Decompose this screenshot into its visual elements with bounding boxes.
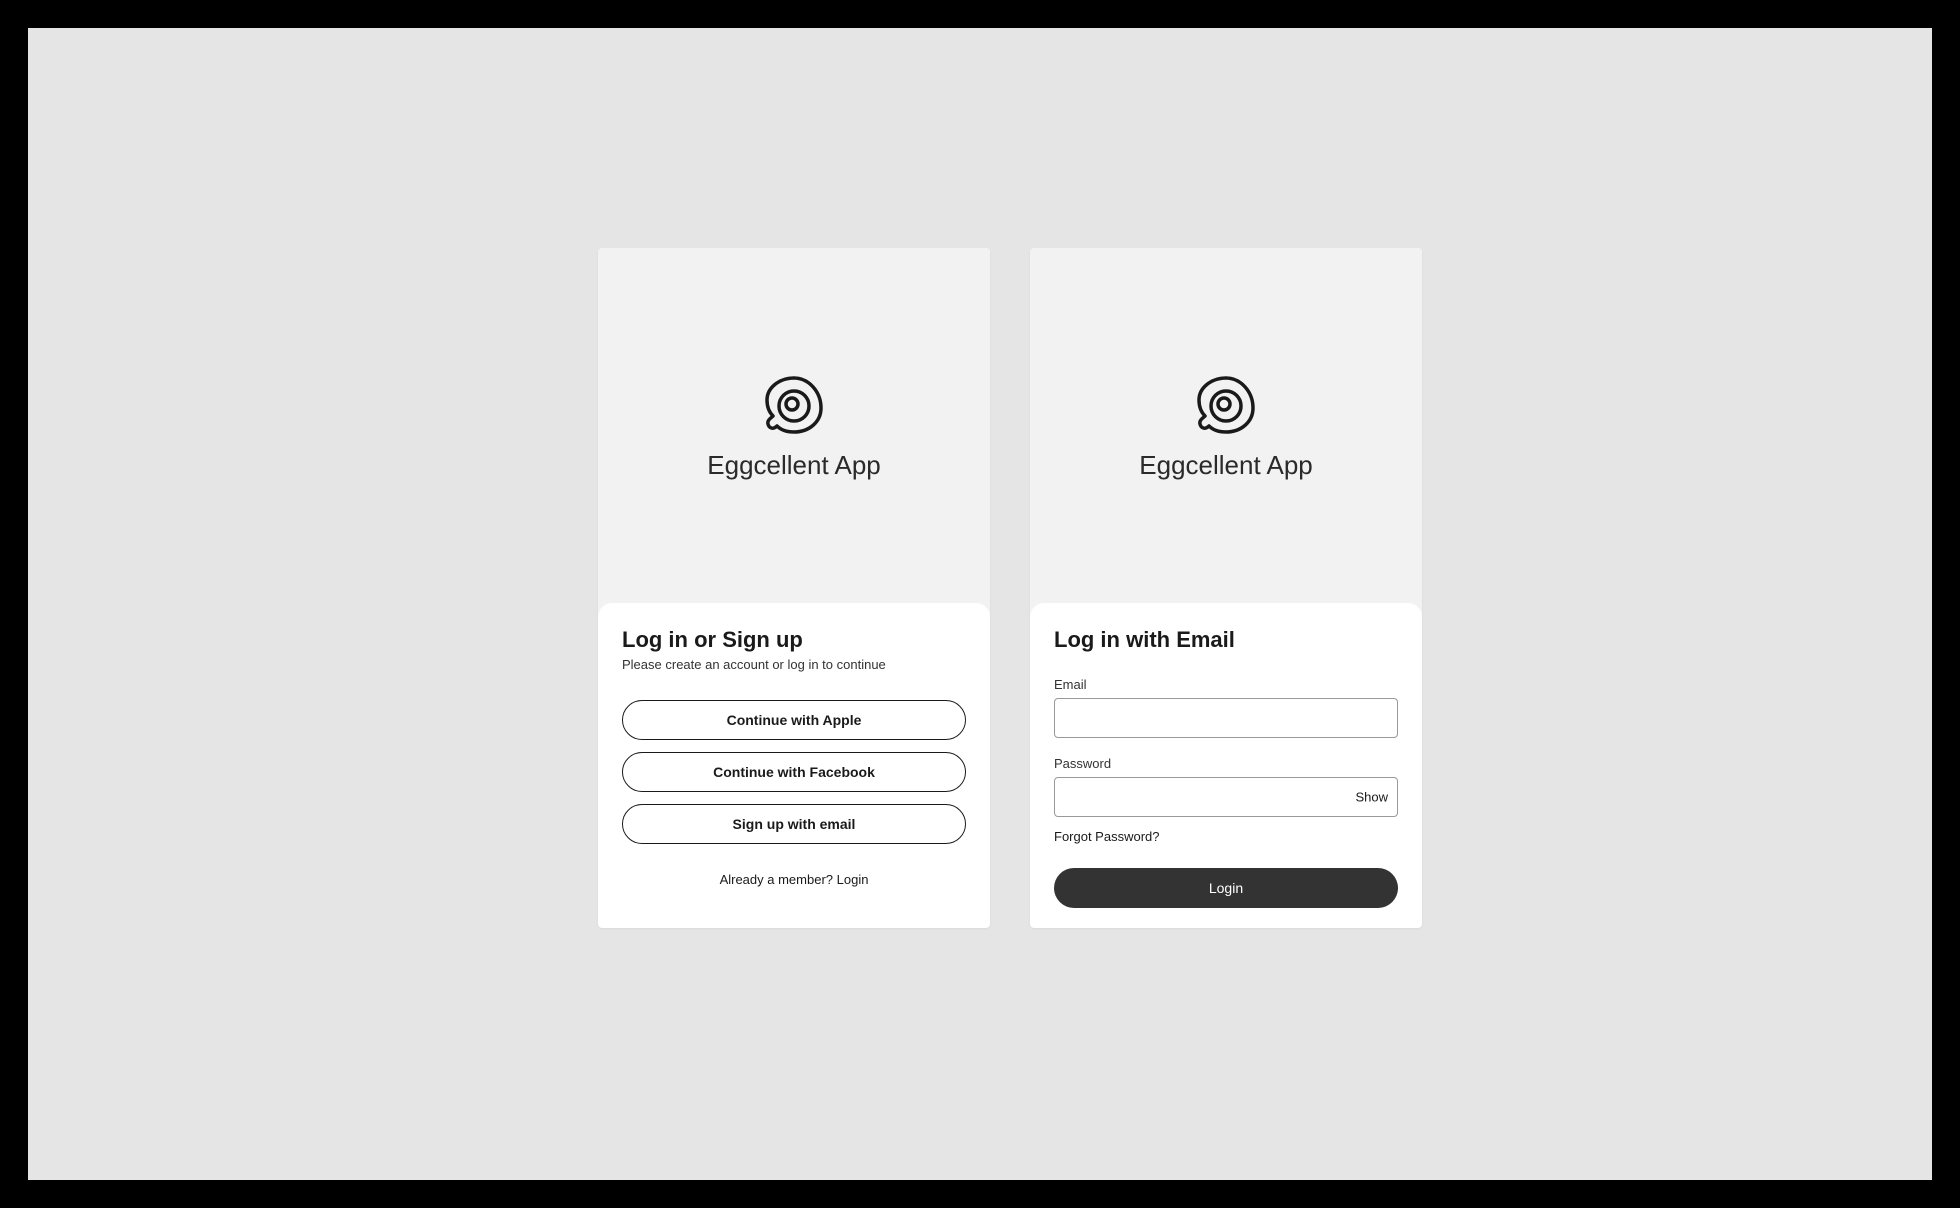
password-wrapper: Show bbox=[1054, 777, 1398, 817]
login-title: Log in with Email bbox=[1054, 627, 1398, 653]
signup-screen: Eggcellent App Log in or Sign up Please … bbox=[598, 248, 990, 928]
login-card: Log in with Email Email Password Show Fo… bbox=[1030, 603, 1422, 928]
login-link[interactable]: Login bbox=[837, 872, 869, 887]
continue-facebook-button[interactable]: Continue with Facebook bbox=[622, 752, 966, 792]
design-canvas: Eggcellent App Log in or Sign up Please … bbox=[28, 28, 1932, 1180]
logo-section: Eggcellent App bbox=[598, 248, 990, 603]
outer-frame: Eggcellent App Log in or Sign up Please … bbox=[0, 0, 1960, 1208]
logo-section: Eggcellent App bbox=[1030, 248, 1422, 603]
member-prompt: Already a member? Login bbox=[622, 872, 966, 887]
signup-email-button[interactable]: Sign up with email bbox=[622, 804, 966, 844]
egg-logo-icon bbox=[1191, 370, 1261, 440]
member-prompt-text: Already a member? bbox=[720, 872, 837, 887]
show-password-toggle[interactable]: Show bbox=[1355, 790, 1388, 805]
egg-logo-icon bbox=[759, 370, 829, 440]
email-input[interactable] bbox=[1054, 698, 1398, 738]
continue-apple-button[interactable]: Continue with Apple bbox=[622, 700, 966, 740]
signup-title: Log in or Sign up bbox=[622, 627, 966, 653]
signup-subtitle: Please create an account or log in to co… bbox=[622, 657, 966, 672]
app-name: Eggcellent App bbox=[707, 450, 880, 481]
screens-container: Eggcellent App Log in or Sign up Please … bbox=[598, 248, 1422, 928]
signup-card: Log in or Sign up Please create an accou… bbox=[598, 603, 990, 928]
login-button[interactable]: Login bbox=[1054, 868, 1398, 908]
email-label: Email bbox=[1054, 677, 1398, 692]
password-input[interactable] bbox=[1054, 777, 1398, 817]
app-name: Eggcellent App bbox=[1139, 450, 1312, 481]
login-screen: Eggcellent App Log in with Email Email P… bbox=[1030, 248, 1422, 928]
forgot-password-link[interactable]: Forgot Password? bbox=[1054, 829, 1398, 844]
password-label: Password bbox=[1054, 756, 1398, 771]
